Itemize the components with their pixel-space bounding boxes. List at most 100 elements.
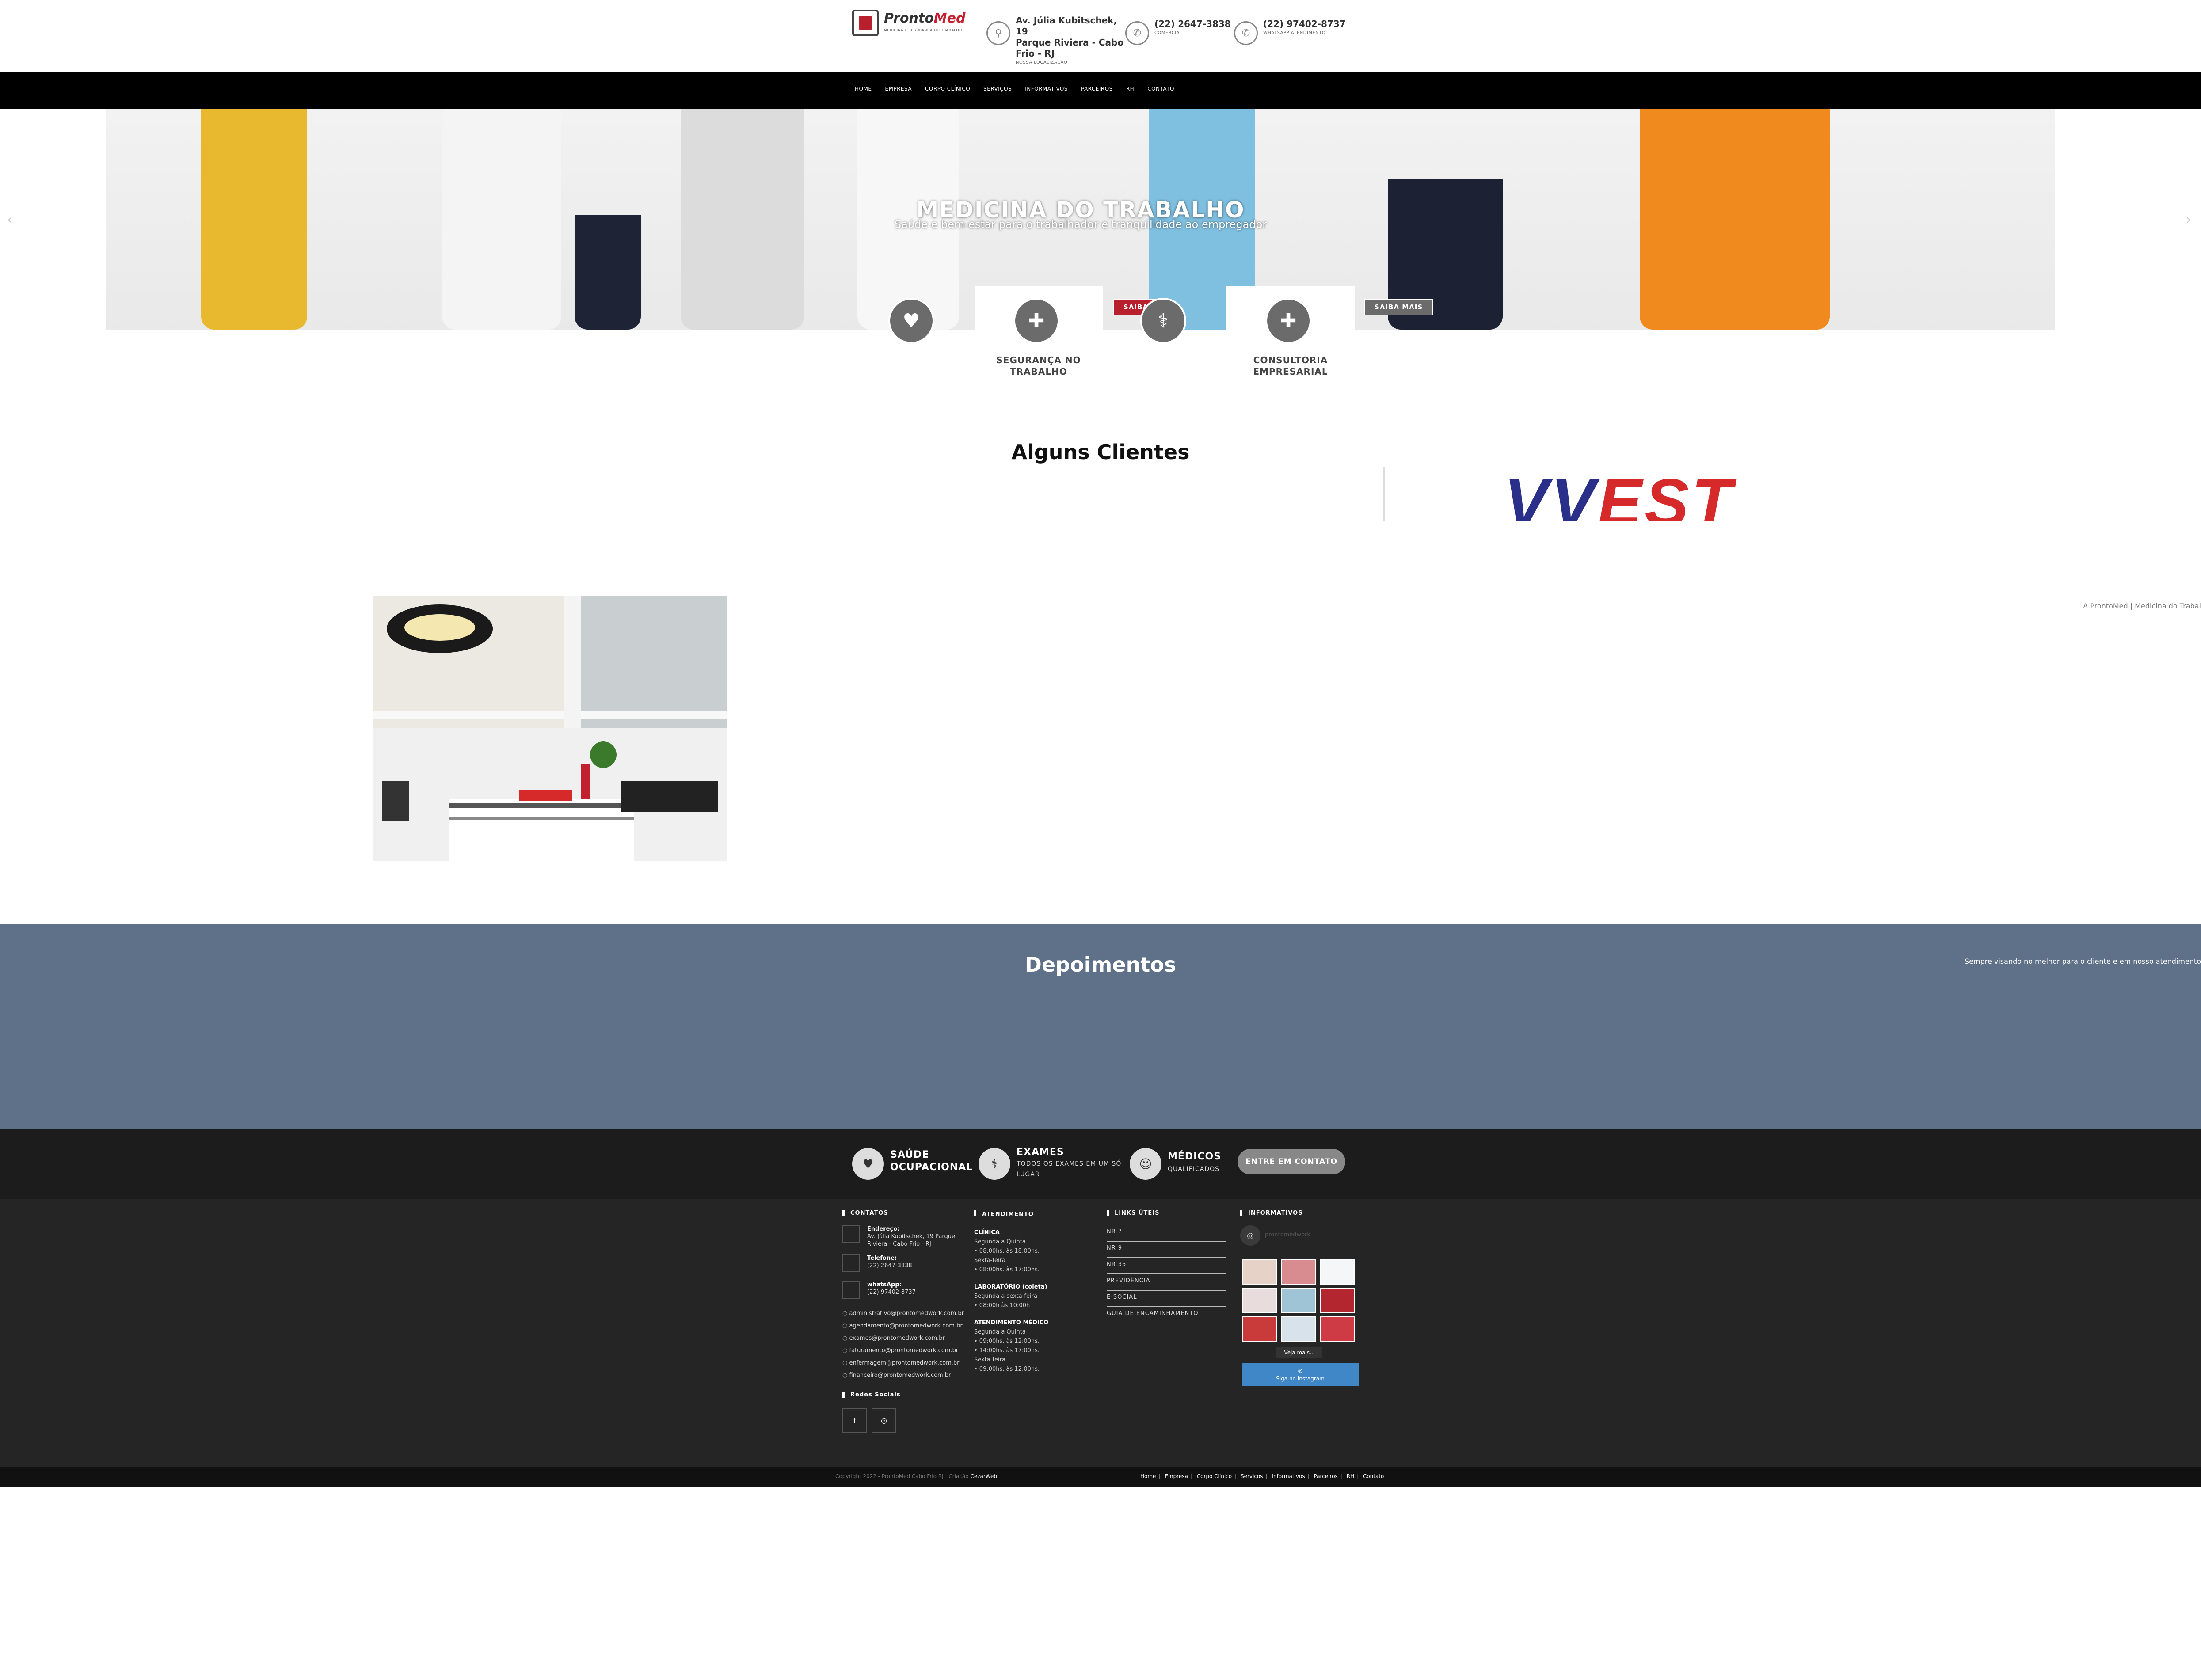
useful-link[interactable]: NR 35 xyxy=(1107,1258,1226,1274)
bottom-link-contato[interactable]: Contato xyxy=(1363,1473,1384,1479)
whatsapp-icon: ✆ xyxy=(1234,21,1258,45)
hero-worker-figure xyxy=(575,215,641,330)
veja-mais-button[interactable]: Veja mais... xyxy=(1276,1347,1322,1358)
nav-item-rh[interactable]: RH xyxy=(1126,86,1134,92)
bottom-link-home[interactable]: Home xyxy=(1140,1473,1156,1479)
follow-instagram-button[interactable]: ◎ Siga no Instagram xyxy=(1242,1363,1359,1386)
footer-social-title: Redes Sociais xyxy=(842,1391,971,1398)
header-whatsapp[interactable]: ✆ (22) 97402-8737 WHATSAPP ATENDIMENTO xyxy=(1234,15,1349,55)
bottom-link-rh[interactable]: RH xyxy=(1347,1473,1354,1479)
phone-number: (22) 2647-3838 xyxy=(1154,19,1231,29)
email-link[interactable]: administrativo@prontomedwork.com.br xyxy=(842,1308,971,1320)
instagram-post-thumbnail[interactable] xyxy=(1281,1259,1316,1285)
instagram-post-thumbnail[interactable] xyxy=(1320,1259,1355,1285)
instagram-post-thumbnail[interactable] xyxy=(1242,1316,1277,1342)
main-nav: HOME EMPRESA CORPO CLÍNICO SERVIÇOS INFO… xyxy=(0,72,2201,109)
testimonials-section: Depoimentos Sempre visando no melhor par… xyxy=(0,924,2201,1129)
site-logo[interactable]: ProntoMed MEDICINA E SEGURANÇA DO TRABAL… xyxy=(852,10,967,38)
useful-link[interactable]: NR 7 xyxy=(1107,1225,1226,1242)
email-link[interactable]: exames@prontomedwork.com.br xyxy=(842,1332,971,1345)
nav-item-empresa[interactable]: EMPRESA xyxy=(885,86,912,92)
phone-icon xyxy=(842,1254,860,1272)
medical-kit-icon: ✚ xyxy=(1013,298,1059,344)
instagram-post-thumbnail[interactable] xyxy=(1320,1288,1355,1313)
testimonials-note: Sempre visando no melhor para o cliente … xyxy=(1964,957,2201,965)
doctor-icon: ☺ xyxy=(1130,1148,1161,1180)
client-logo[interactable]: VVEST xyxy=(1383,467,1825,521)
copyright: Copyright 2022 - ProntoMed Cabo Frio RJ … xyxy=(835,1473,997,1479)
bottom-link-parceiros[interactable]: Parceiros xyxy=(1314,1473,1338,1479)
instagram-post-thumbnail[interactable] xyxy=(1281,1288,1316,1313)
instagram-post-thumbnail[interactable] xyxy=(1242,1288,1277,1313)
email-link[interactable]: financeiro@prontomedwork.com.br xyxy=(842,1369,971,1382)
hours-line: • 08:00hs. às 17:00hs. xyxy=(974,1266,1040,1273)
address-line-1: Av. Júlia Kubitschek, 19 xyxy=(1016,15,1117,37)
map-pin-icon xyxy=(842,1225,860,1243)
nav-item-contato[interactable]: CONTATO xyxy=(1147,86,1174,92)
hours-line: • 08:00h às 10:00h xyxy=(974,1302,1030,1309)
lab-hours-label: LABORATÓRIO (coleta) xyxy=(974,1284,1047,1290)
bottom-link-servicos[interactable]: Serviços xyxy=(1241,1473,1263,1479)
logo-mark-icon xyxy=(852,10,879,36)
nav-item-home[interactable]: HOME xyxy=(855,86,872,92)
feature-card-seguranca[interactable]: ✚ SEGURANÇA NO TRABALHO xyxy=(975,286,1103,388)
useful-link[interactable]: NR 9 xyxy=(1107,1242,1226,1258)
instagram-icon: ◎ xyxy=(1240,1225,1260,1246)
clients-title: Alguns Clientes xyxy=(1011,440,1190,464)
nav-item-parceiros[interactable]: PARCEIROS xyxy=(1081,86,1113,92)
phone-icon: ✆ xyxy=(1125,21,1149,45)
bottom-links: Home | Empresa | Corpo Clínico | Serviços | … xyxy=(1140,1473,1384,1479)
useful-link[interactable]: E-SOCIAL xyxy=(1107,1291,1226,1307)
address-line-2: Parque Riviera - Cabo xyxy=(1016,37,1124,48)
instagram-post-thumbnail[interactable] xyxy=(1242,1259,1277,1285)
hours-line: • 09:00hs. às 12:00hs. xyxy=(974,1366,1040,1372)
hours-line: • 08:00hs. às 18:00hs. xyxy=(974,1248,1040,1254)
copyright-text: Copyright 2022 - ProntoMed Cabo Frio RJ … xyxy=(835,1473,969,1479)
footer-links-title: LINKS ÚTEIS xyxy=(1107,1210,1235,1216)
useful-link[interactable]: GUIA DE ENCAMINHAMENTO xyxy=(1107,1307,1226,1323)
footer-hours-title: ATENDIMENTO xyxy=(974,1210,1098,1219)
footer-info-column: INFORMATIVOS ◎ prontomedwork xyxy=(1240,1210,1368,1247)
hours-line: Segunda a Quinta xyxy=(974,1329,1026,1335)
stethoscope-icon[interactable]: ⚕ xyxy=(1140,298,1186,344)
strip-item-exames: ⚕ EXAMES TODOS OS EXAMES EM UM SÓ LUGAR xyxy=(979,1146,1129,1182)
instagram-post-thumbnail[interactable] xyxy=(1320,1316,1355,1342)
instagram-profile[interactable]: ◎ prontomedwork xyxy=(1240,1225,1368,1247)
footer-contacts-title: CONTATOS xyxy=(842,1210,971,1216)
email-link[interactable]: faturamento@prontomedwork.com.br xyxy=(842,1345,971,1357)
footer-links-column: LINKS ÚTEIS NR 7 NR 9 NR 35 PREVIDÊNCIA … xyxy=(1107,1210,1235,1323)
agency-link[interactable]: CezarWeb xyxy=(970,1473,997,1479)
facebook-icon[interactable]: f xyxy=(842,1408,867,1433)
heart-monitor-icon[interactable]: ♥ xyxy=(888,298,934,344)
header-phone[interactable]: ✆ (22) 2647-3838 COMERCIAL xyxy=(1125,15,1231,55)
email-link[interactable]: agendamento@prontomedwork.com.br xyxy=(842,1320,971,1332)
instagram-icon[interactable]: ◎ xyxy=(872,1408,897,1433)
site-header: ProntoMed MEDICINA E SEGURANÇA DO TRABAL… xyxy=(0,0,2201,72)
hours-line: Segunda a Quinta xyxy=(974,1239,1026,1245)
feature-card-consultoria[interactable]: ✚ CONSULTORIA EMPRESARIAL xyxy=(1226,286,1355,388)
nav-item-servicos[interactable]: SERVIÇOS xyxy=(983,86,1012,92)
hours-line: • 09:00hs. às 12:00hs. xyxy=(974,1338,1040,1345)
bottom-link-empresa[interactable]: Empresa xyxy=(1165,1473,1188,1479)
slider-prev-icon[interactable]: ‹ xyxy=(7,212,12,228)
useful-link[interactable]: PREVIDÊNCIA xyxy=(1107,1274,1226,1291)
medical-hours-label: ATENDIMENTO MÉDICO xyxy=(974,1319,1049,1326)
contact-button[interactable]: ENTRE EM CONTATO xyxy=(1238,1149,1345,1174)
instagram-post-thumbnail[interactable] xyxy=(1281,1316,1316,1342)
feature-card-title: SEGURANÇA NO TRABALHO xyxy=(996,355,1081,377)
bottom-link-informativos[interactable]: Informativos xyxy=(1272,1473,1305,1479)
social-icons: f ◎ xyxy=(842,1408,971,1433)
nav-item-informativos[interactable]: INFORMATIVOS xyxy=(1025,86,1068,92)
features-strip: ♥ SAÚDE OCUPACIONAL ⚕ EXAMES TODOS OS EXA… xyxy=(0,1129,2201,1199)
stethoscope-icon: ⚕ xyxy=(979,1148,1010,1180)
instagram-icon: ◎ xyxy=(1298,1368,1303,1374)
footer-address: Endereço: Av. Júlia Kubitschek, 19 Parque… xyxy=(842,1225,971,1247)
slider-next-icon[interactable]: › xyxy=(2186,212,2191,228)
site-footer xyxy=(0,1199,2201,1467)
header-address[interactable]: ⚲ Av. Júlia Kubitschek, 19 Parque Rivier… xyxy=(986,15,1128,65)
saiba-mais-button[interactable]: SAIBA MAIS xyxy=(1364,299,1434,315)
bottom-link-corpo-clinico[interactable]: Corpo Clínico xyxy=(1197,1473,1232,1479)
email-link[interactable]: enfermagem@prontomedwork.com.br xyxy=(842,1357,971,1369)
nav-item-corpo-clinico[interactable]: CORPO CLÍNICO xyxy=(925,86,970,92)
instagram-handle: prontomedwork xyxy=(1265,1231,1310,1238)
